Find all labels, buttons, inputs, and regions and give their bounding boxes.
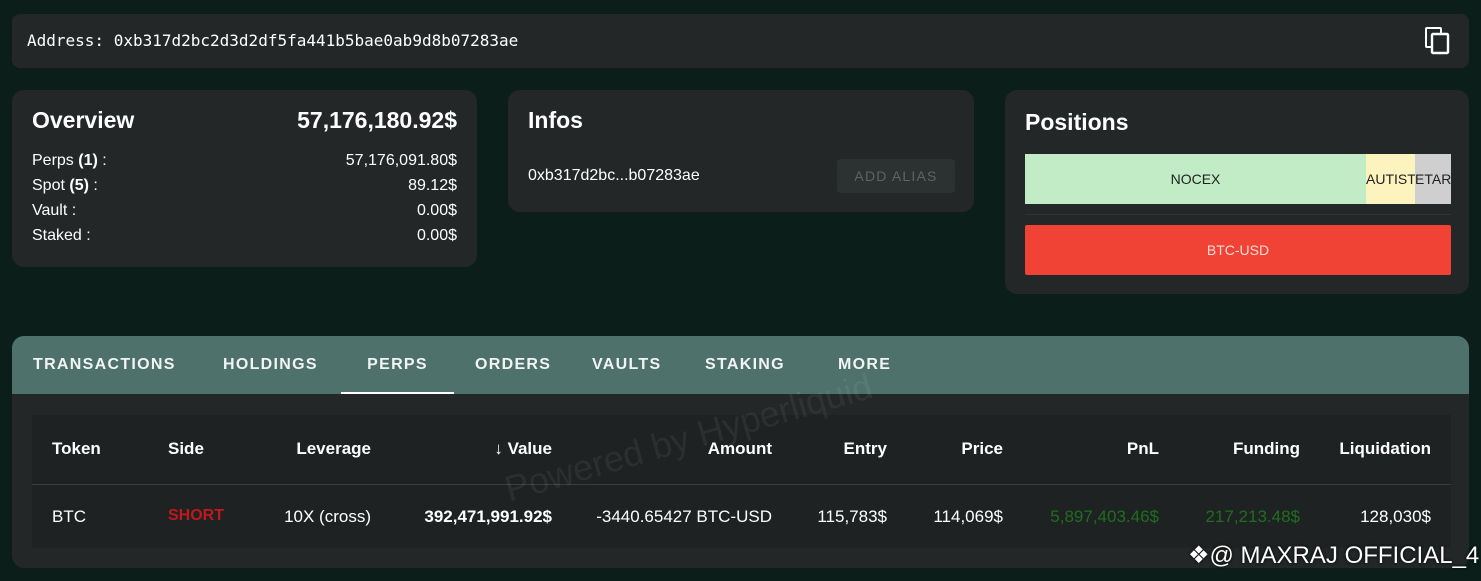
credit-overlay: ❖@ MAXRAJ OFFICIAL_4: [1188, 542, 1480, 569]
header-side[interactable]: Side: [168, 439, 204, 459]
header-price[interactable]: Price: [961, 439, 1003, 459]
cell-entry: 115,783$: [817, 507, 887, 526]
header-liquidation[interactable]: Liquidation: [1339, 439, 1431, 459]
infos-title: Infos: [528, 107, 583, 133]
position-segment-etar[interactable]: ETAR: [1415, 154, 1451, 204]
tab-orders[interactable]: ORDERS: [475, 336, 551, 394]
cell-amount: -3440.65427 BTC-USD: [596, 507, 772, 526]
cell-token: BTC: [52, 507, 86, 526]
tab-transactions[interactable]: TRANSACTIONS: [33, 336, 176, 394]
header-pnl[interactable]: PnL: [1127, 439, 1159, 459]
cell-pnl: 5,897,403.46$: [1050, 507, 1159, 526]
overview-row-staked: Staked :0.00$: [32, 227, 457, 244]
tab-vaults[interactable]: VAULTS: [592, 336, 661, 394]
overview-row-vault: Vault :0.00$: [32, 202, 457, 219]
header-value[interactable]: ↓ Value: [494, 439, 552, 459]
overview-row-spot: Spot (5) :89.12$: [32, 177, 457, 194]
cell-side-short: SHORT: [168, 507, 224, 524]
tab-perps[interactable]: PERPS: [341, 336, 454, 394]
infos-card: Infos 0xb317d2bc...b07283ae ADD ALIAS: [508, 90, 974, 212]
address-text: Address: 0xb317d2bc2d3d2df5fa441b5bae0ab…: [27, 31, 519, 50]
cell-price: 114,069$: [933, 507, 1003, 526]
header-entry[interactable]: Entry: [844, 439, 887, 459]
overview-total: 57,176,180.92$: [297, 107, 457, 133]
overview-row-perps: Perps (1) :57,176,091.80$: [32, 152, 457, 169]
copy-icon[interactable]: [1425, 27, 1451, 55]
add-alias-button[interactable]: ADD ALIAS: [837, 159, 955, 193]
address-bar: Address: 0xb317d2bc2d3d2df5fa441b5bae0ab…: [12, 14, 1469, 68]
tabs-panel: TRANSACTIONS HOLDINGS PERPS ORDERS VAULT…: [12, 336, 1469, 568]
short-address: 0xb317d2bc...b07283ae: [528, 167, 700, 184]
tab-staking[interactable]: STAKING: [705, 336, 785, 394]
cell-value: 392,471,991.92$: [424, 507, 552, 526]
cell-liquidation: 128,030$: [1360, 507, 1431, 526]
positions-title: Positions: [1025, 109, 1129, 135]
cell-leverage: 10X (cross): [284, 507, 371, 526]
position-segment-nocex[interactable]: NOCEX: [1025, 154, 1366, 204]
binance-logo-icon: ❖: [1188, 542, 1210, 569]
tab-bar: TRANSACTIONS HOLDINGS PERPS ORDERS VAULT…: [12, 336, 1469, 394]
overview-card: Overview 57,176,180.92$ Perps (1) :57,17…: [12, 90, 477, 267]
header-token[interactable]: Token: [52, 439, 101, 459]
header-leverage[interactable]: Leverage: [296, 439, 371, 459]
overview-title: Overview: [32, 107, 135, 133]
position-segment-btc-usd[interactable]: BTC-USD: [1025, 225, 1451, 275]
header-funding[interactable]: Funding: [1233, 439, 1300, 459]
arrow-down-icon: ↓: [494, 439, 508, 458]
position-segment-autist[interactable]: AUTIST: [1366, 154, 1415, 204]
tab-holdings[interactable]: HOLDINGS: [223, 336, 318, 394]
positions-card: Positions NOCEX AUTIST ETAR BTC-USD: [1005, 90, 1469, 294]
cell-funding: 217,213.48$: [1205, 507, 1300, 526]
